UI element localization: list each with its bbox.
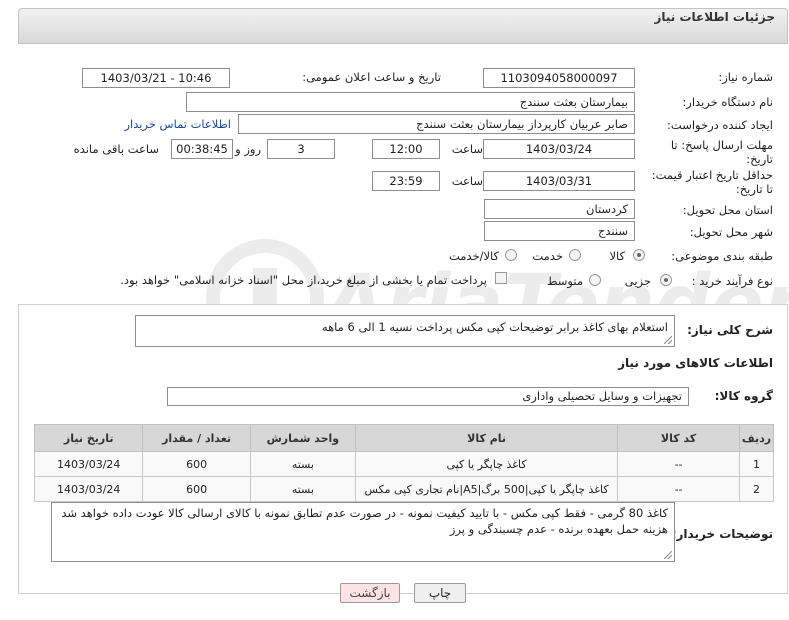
- purchase-type-label: نوع فرآیند خرید :: [691, 274, 773, 288]
- reply-time-label: ساعت: [451, 142, 483, 156]
- reply-time-field[interactable]: 12:00: [372, 139, 440, 159]
- table-row[interactable]: 1 -- کاغذ چاپگر یا کپی بسته 600 1403/03/…: [33, 451, 775, 477]
- cell-unit: بسته: [249, 476, 357, 502]
- announce-label: تاریخ و ساعت اعلان عمومی:: [302, 70, 441, 84]
- goods-group-field[interactable]: تجهیزات و وسایل تحصیلی واداری: [167, 387, 689, 406]
- announce-field[interactable]: 1403/03/21 - 10:46: [82, 68, 230, 88]
- category-both-label: کالا/خدمت: [448, 249, 499, 263]
- city-field[interactable]: سنندج: [484, 221, 635, 241]
- buyer-notes-text: کاغذ 80 گرمی - فقط کپی مکس - با تایید کی…: [61, 506, 668, 536]
- remaining-time-field[interactable]: 00:38:45: [171, 139, 233, 159]
- cell-name: کاغذ چاپگر یا کپی: [355, 451, 619, 477]
- treasury-payment-checkbox[interactable]: [495, 272, 507, 284]
- validity-label: حداقل تاریخ اعتبار قیمت: تا تاریخ:: [651, 168, 773, 196]
- need-number-field[interactable]: 1103094058000097: [483, 68, 635, 88]
- buyer-org-field[interactable]: بیمارستان بعثت سنندج: [186, 92, 635, 112]
- resize-handle-icon[interactable]: [664, 551, 672, 559]
- buyer-contact-link[interactable]: اطلاعات تماس خریدار: [124, 117, 231, 131]
- validity-date-field[interactable]: 1403/03/31: [483, 171, 635, 191]
- goods-info-title: اطلاعات کالاهای مورد نیاز: [618, 356, 773, 370]
- category-service-radio[interactable]: [569, 249, 581, 261]
- reply-date-field[interactable]: 1403/03/24: [483, 139, 635, 159]
- category-service-label: خدمت: [532, 249, 563, 263]
- days-label: روز و: [235, 142, 261, 156]
- buyer-notes-label: توضیحات خریدار:: [671, 527, 773, 541]
- reply-deadline-label: مهلت ارسال پاسخ: تا تاریخ:: [670, 138, 773, 166]
- goods-group-label: گروه کالا:: [714, 389, 773, 403]
- requester-label: ایجاد کننده درخواست:: [667, 118, 773, 132]
- remaining-label: ساعت باقی مانده: [73, 142, 159, 156]
- province-field[interactable]: کردستان: [484, 199, 635, 219]
- col-name: نام کالا: [355, 424, 619, 452]
- category-both-radio[interactable]: [505, 249, 517, 261]
- buyer-org-label: نام دستگاه خریدار:: [682, 95, 773, 109]
- purchase-partial-radio[interactable]: [660, 274, 672, 286]
- col-date: تاریخ نیاز: [33, 424, 144, 452]
- cell-unit: بسته: [249, 451, 357, 477]
- validity-time-label: ساعت: [451, 174, 483, 188]
- cell-qty: 600: [142, 476, 251, 502]
- days-field[interactable]: 3: [267, 139, 335, 159]
- province-label: استان محل تحویل:: [682, 203, 773, 217]
- table-row[interactable]: 2 -- کاغذ چاپگر یا کپی|500 برگ|A5|نام تج…: [33, 476, 775, 502]
- page-title: جزئیات اطلاعات نیاز: [654, 10, 775, 24]
- cell-qty: 600: [142, 451, 251, 477]
- cell-date: 1403/03/24: [33, 451, 144, 477]
- cell-code: --: [617, 451, 740, 477]
- category-goods-radio[interactable]: [633, 249, 645, 261]
- cell-row: 2: [738, 476, 775, 502]
- items-table: ردیف کد کالا نام کالا واحد شمارش تعداد /…: [33, 424, 775, 502]
- need-number-label: شماره نیاز:: [718, 70, 773, 84]
- summary-textarea[interactable]: استعلام بهای کاغذ برابر توضیحات کپی مکس …: [135, 315, 675, 347]
- col-qty: تعداد / مقدار: [142, 424, 251, 452]
- category-label: طبقه بندی موضوعی:: [671, 249, 773, 263]
- cell-code: --: [617, 476, 740, 502]
- summary-label: شرح کلی نیاز:: [687, 323, 773, 337]
- purchase-medium-radio[interactable]: [589, 274, 601, 286]
- validity-time-field[interactable]: 23:59: [372, 171, 440, 191]
- cell-date: 1403/03/24: [33, 476, 144, 502]
- col-unit: واحد شمارش: [249, 424, 357, 452]
- city-label: شهر محل تحویل:: [689, 225, 773, 239]
- buyer-notes-textarea[interactable]: کاغذ 80 گرمی - فقط کپی مکس - با تایید کی…: [51, 502, 675, 562]
- table-header-row: ردیف کد کالا نام کالا واحد شمارش تعداد /…: [33, 424, 775, 452]
- cell-name: کاغذ چاپگر یا کپی|500 برگ|A5|نام تجاری ک…: [355, 476, 619, 502]
- payment-note: پرداخت تمام یا بخشی از مبلغ خرید،از محل …: [120, 273, 487, 287]
- resize-handle-icon[interactable]: [664, 336, 672, 344]
- col-code: کد کالا: [617, 424, 740, 452]
- print-button[interactable]: چاپ: [414, 583, 466, 603]
- summary-text: استعلام بهای کاغذ برابر توضیحات کپی مکس …: [321, 320, 668, 334]
- back-button[interactable]: بازگشت: [340, 583, 400, 603]
- requester-field[interactable]: صابر عربیان کارپرداز بیمارستان بعثت سنند…: [238, 114, 635, 134]
- purchase-medium-label: متوسط: [546, 274, 583, 288]
- category-goods-label: کالا: [609, 249, 625, 263]
- purchase-partial-label: جزیی: [624, 274, 651, 288]
- cell-row: 1: [738, 451, 775, 477]
- col-row: ردیف: [738, 424, 775, 452]
